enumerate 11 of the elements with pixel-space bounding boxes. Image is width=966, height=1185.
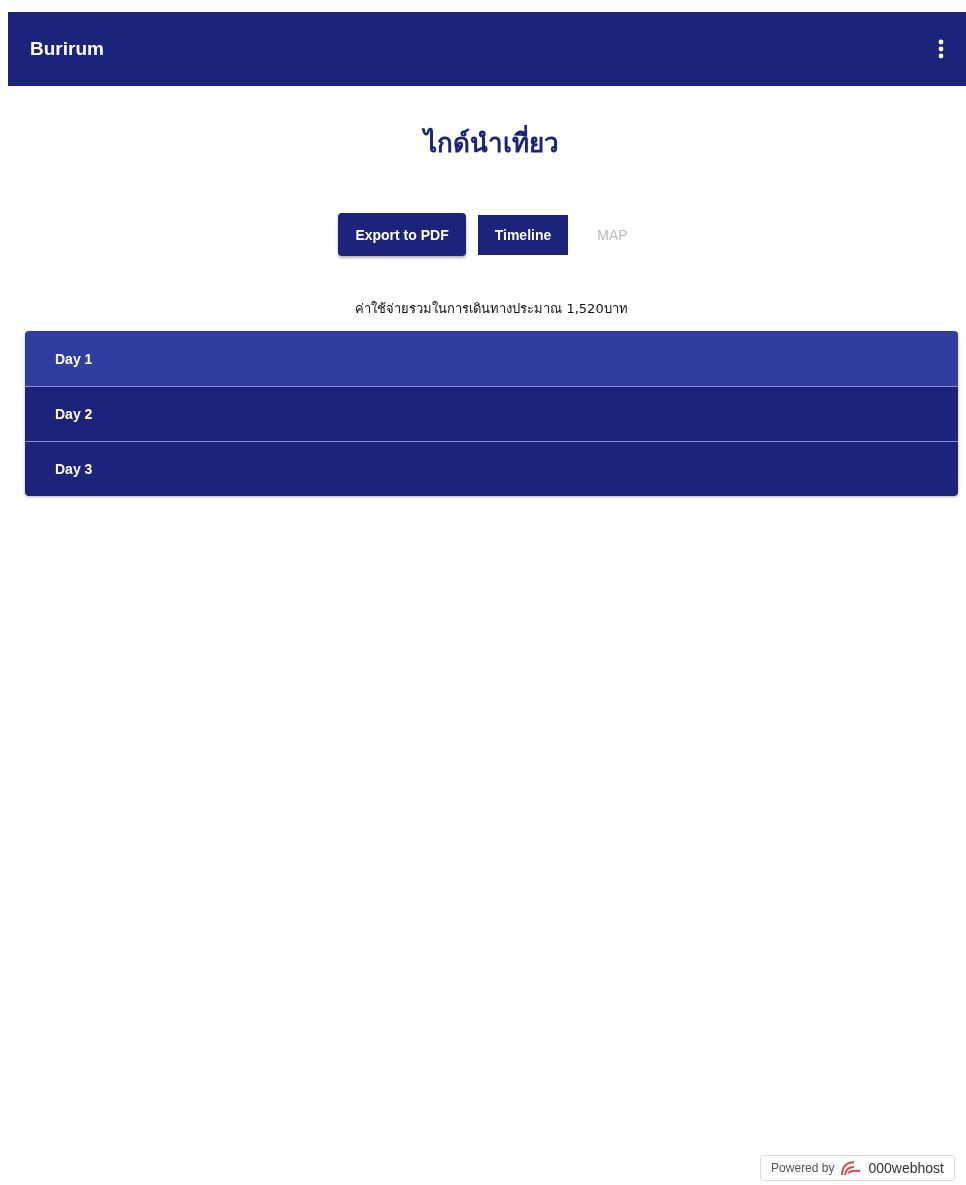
export-button[interactable]: Export to PDF [338,213,466,256]
day-header[interactable]: Day 2 [25,386,958,441]
total-cost-text: ค่าใช้จ่ายรวมในการเดินทางประมาณ 1,520บาท [355,300,628,318]
powered-by-text: Powered by [771,1161,835,1175]
swirl-logo-icon [840,1159,863,1177]
brand-text[interactable]: 000webhost [868,1160,944,1176]
timeline-button[interactable]: Timeline [477,214,569,255]
day-header[interactable]: Day 1 [25,331,958,386]
app-title: Burirum [30,38,104,60]
more-menu-icon[interactable] [938,39,944,59]
day-header[interactable]: Day 3 [25,441,958,496]
